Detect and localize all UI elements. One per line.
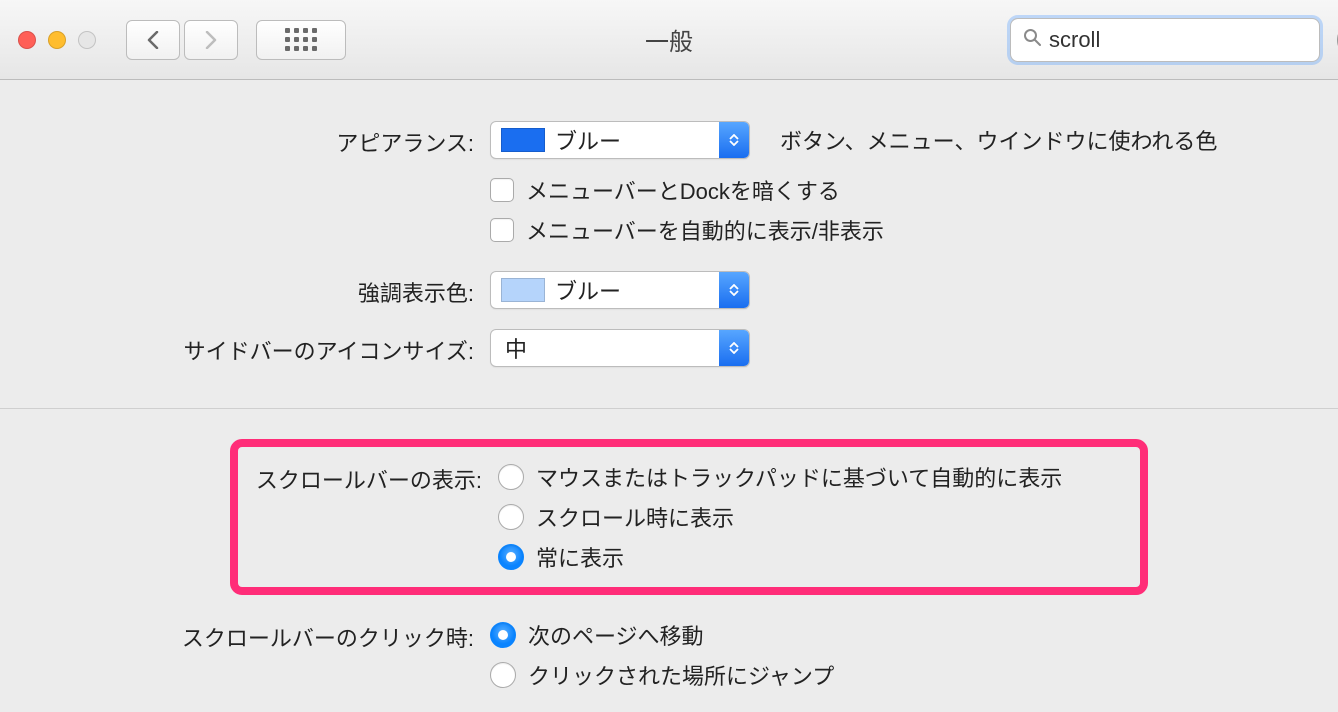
dark-menubar-checkbox[interactable] (490, 178, 514, 202)
sidebar-icon-value: 中 (491, 332, 719, 364)
appearance-label: アピアランス: (0, 120, 490, 158)
stepper-icon (719, 272, 749, 308)
scrollbars-option-always: 常に表示 (536, 541, 624, 573)
appearance-swatch (501, 128, 545, 152)
show-scrollbars-label: スクロールバーの表示: (238, 457, 498, 577)
scrollbars-radio-whenscrolling[interactable] (498, 504, 524, 530)
titlebar: 一般 ✕ (0, 0, 1338, 80)
stepper-icon (719, 330, 749, 366)
appearance-hint: ボタン、メニュー、ウインドウに使われる色 (780, 124, 1217, 156)
stepper-icon (719, 122, 749, 158)
window-controls (18, 31, 96, 49)
chevron-left-icon (147, 31, 159, 49)
appearance-select[interactable]: ブルー (490, 121, 750, 159)
search-input[interactable] (1049, 27, 1337, 53)
click-scrollbar-label: スクロールバーのクリック時: (0, 615, 490, 653)
sidebar-icon-label: サイドバーのアイコンサイズ: (0, 328, 490, 366)
highlight-color-swatch (501, 278, 545, 302)
minimize-button[interactable] (48, 31, 66, 49)
scrollbars-radio-always[interactable] (498, 544, 524, 570)
autohide-menubar-label: メニューバーを自動的に表示/非表示 (526, 214, 884, 246)
highlight-color-value: ブルー (555, 274, 719, 306)
dark-menubar-row: メニューバーとDockを暗くする メニューバーを自動的に表示/非表示 (0, 170, 1338, 250)
scrollbars-option-auto: マウスまたはトラックパッドに基づいて自動的に表示 (536, 461, 1062, 493)
click-scrollbar-radio-spot[interactable] (490, 662, 516, 688)
sidebar-icon-select[interactable]: 中 (490, 329, 750, 367)
content-area: アピアランス: ブルー ボタン、メニュー、ウインドウに使われる色 メニュー (0, 80, 1338, 695)
dark-menubar-label: メニューバーとDockを暗くする (526, 174, 840, 206)
click-scrollbar-option-page: 次のページへ移動 (528, 619, 704, 651)
sidebar-icon-row: サイドバーのアイコンサイズ: 中 (0, 328, 1338, 368)
highlight-color-label: 強調表示色: (0, 270, 490, 308)
grid-icon (285, 28, 317, 51)
chevron-right-icon (205, 31, 217, 49)
appearance-select-value: ブルー (555, 124, 719, 156)
highlight-color-row: 強調表示色: ブルー (0, 270, 1338, 310)
search-field[interactable]: ✕ (1010, 18, 1320, 62)
search-icon (1023, 28, 1041, 51)
click-scrollbar-option-spot: クリックされた場所にジャンプ (528, 659, 834, 691)
divider (0, 408, 1338, 409)
scrollbars-radio-auto[interactable] (498, 464, 524, 490)
click-scrollbar-radio-page[interactable] (490, 622, 516, 648)
close-button[interactable] (18, 31, 36, 49)
highlight-color-select[interactable]: ブルー (490, 271, 750, 309)
click-scrollbar-row: スクロールバーのクリック時: 次のページへ移動 クリックされた場所にジャンプ (0, 615, 1338, 695)
show-all-button[interactable] (256, 20, 346, 60)
show-scrollbars-highlight: スクロールバーの表示: マウスまたはトラックパッドに基づいて自動的に表示 スクロ… (230, 439, 1148, 595)
zoom-button (78, 31, 96, 49)
scrollbars-option-whenscrolling: スクロール時に表示 (536, 501, 734, 533)
autohide-menubar-checkbox[interactable] (490, 218, 514, 242)
forward-button[interactable] (184, 20, 238, 60)
back-button[interactable] (126, 20, 180, 60)
appearance-row: アピアランス: ブルー ボタン、メニュー、ウインドウに使われる色 (0, 120, 1338, 160)
nav-buttons (126, 20, 238, 60)
